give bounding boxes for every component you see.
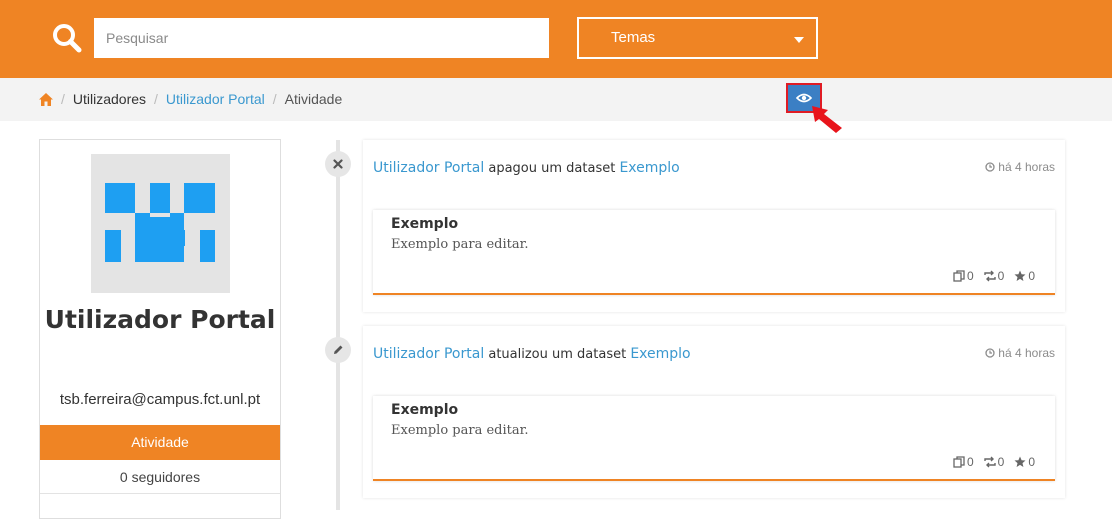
eye-icon: [796, 93, 812, 103]
pointer-arrow-icon: [812, 106, 842, 133]
clock-icon: [985, 162, 995, 172]
dataset-description: Exemplo para editar.: [391, 423, 529, 438]
breadcrumb-utilizadores[interactable]: Utilizadores: [73, 91, 146, 107]
close-icon: [325, 151, 351, 177]
copy-icon: [953, 270, 965, 282]
dataset-stats: 0 0 0: [953, 455, 1035, 469]
activity-user-link[interactable]: Utilizador Portal: [373, 160, 484, 176]
dataset-card[interactable]: Exemplo Exemplo para editar. 0 0 0: [373, 396, 1055, 481]
activity-time-text: há 4 horas: [998, 346, 1055, 360]
avatar: [91, 154, 230, 293]
dataset-card[interactable]: Exemplo Exemplo para editar. 0 0 0: [373, 210, 1055, 295]
breadcrumb-current: Atividade: [284, 91, 343, 107]
breadcrumb-separator: /: [272, 91, 277, 107]
stat-retweets: 0: [983, 269, 1005, 283]
activity-target-link[interactable]: Exemplo: [619, 160, 679, 176]
profile-email: tsb.ferreira@campus.fct.unl.pt: [59, 391, 261, 408]
home-icon[interactable]: [39, 92, 53, 106]
activity-item: Utilizador Portal atualizou um dataset E…: [363, 326, 1065, 498]
activity-target-link[interactable]: Exemplo: [630, 346, 690, 362]
dataset-title[interactable]: Exemplo: [391, 402, 458, 418]
star-icon: [1014, 456, 1026, 467]
activity-time: há 4 horas: [985, 346, 1055, 360]
breadcrumb-user[interactable]: Utilizador Portal: [166, 91, 265, 107]
stat-copies: 0: [953, 269, 974, 283]
activity-item: Utilizador Portal apagou um dataset Exem…: [363, 140, 1065, 312]
breadcrumb-bar: / Utilizadores / Utilizador Portal / Ati…: [0, 78, 1112, 121]
activity-headline: Utilizador Portal atualizou um dataset E…: [373, 346, 691, 362]
star-icon: [1014, 270, 1026, 281]
caret-down-icon: [794, 37, 804, 43]
profile-card: Utilizador Portal tsb.ferreira@campus.fc…: [39, 139, 281, 519]
activity-time: há 4 horas: [985, 160, 1055, 174]
breadcrumb-separator: /: [61, 91, 65, 107]
stat-retweets: 0: [983, 455, 1005, 469]
stat-stars-value: 0: [1028, 269, 1035, 283]
top-bar: Temas: [0, 0, 1112, 78]
activity-action: atualizou um dataset: [488, 347, 627, 362]
timeline-line: [336, 140, 340, 510]
dataset-stats: 0 0 0: [953, 269, 1035, 283]
copy-icon: [953, 456, 965, 468]
search-icon[interactable]: [52, 23, 82, 53]
dataset-title[interactable]: Exemplo: [391, 216, 458, 232]
activity-action: apagou um dataset: [488, 161, 616, 176]
retweet-icon: [983, 456, 996, 468]
activity-headline: Utilizador Portal apagou um dataset Exem…: [373, 160, 680, 176]
stat-retweets-value: 0: [997, 269, 1005, 283]
stat-copies-value: 0: [966, 269, 974, 283]
activity-user-link[interactable]: Utilizador Portal: [373, 346, 484, 362]
themes-dropdown[interactable]: Temas: [577, 17, 818, 59]
retweet-icon: [983, 270, 996, 282]
tab-atividade[interactable]: Atividade: [40, 425, 280, 460]
followers-link[interactable]: 0 seguidores: [40, 460, 280, 494]
identicon-image: [105, 183, 215, 262]
dataset-description: Exemplo para editar.: [391, 237, 529, 252]
stat-stars-value: 0: [1028, 455, 1035, 469]
clock-icon: [985, 348, 995, 358]
pencil-icon: [325, 337, 351, 363]
breadcrumb: / Utilizadores / Utilizador Portal / Ati…: [39, 91, 342, 107]
profile-name: Utilizador Portal: [44, 305, 276, 334]
themes-dropdown-label: Temas: [611, 29, 656, 46]
activity-time-text: há 4 horas: [998, 160, 1055, 174]
stat-copies: 0: [953, 455, 974, 469]
stat-stars: 0: [1014, 455, 1035, 469]
search-input[interactable]: [94, 18, 549, 58]
stat-retweets-value: 0: [997, 455, 1005, 469]
stat-stars: 0: [1014, 269, 1035, 283]
breadcrumb-separator: /: [154, 91, 158, 107]
stat-copies-value: 0: [966, 455, 974, 469]
